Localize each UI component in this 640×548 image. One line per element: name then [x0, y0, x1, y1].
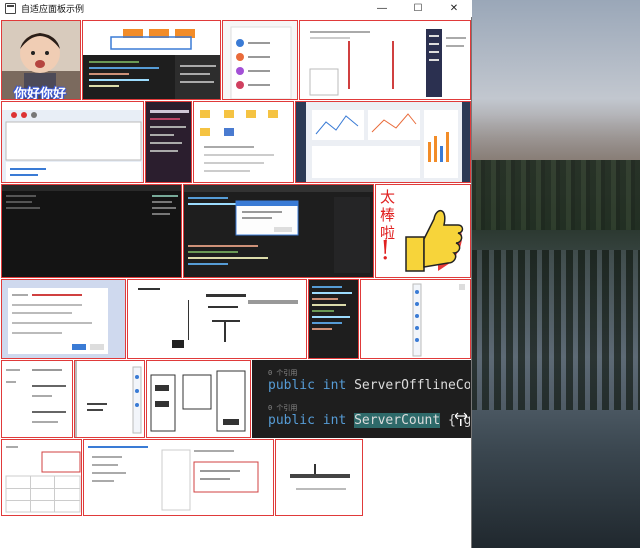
- image-tile-dark-ide[interactable]: [1, 184, 182, 278]
- image-tile-dashboard[interactable]: [295, 101, 471, 183]
- code-editor-thumbnail: [309, 280, 358, 358]
- minimize-button[interactable]: —: [364, 0, 400, 17]
- form-thumbnail: [2, 361, 72, 437]
- text-slide-thumbnail: [75, 361, 144, 437]
- window-title: 自适应面板示例: [21, 4, 85, 14]
- baby-caption: 你好你好: [14, 87, 67, 100]
- image-tile-form[interactable]: [1, 360, 73, 438]
- image-tile-property-grid[interactable]: [83, 439, 274, 516]
- dashboard-thumbnail: [296, 102, 470, 182]
- image-tile-flow-diagram[interactable]: [82, 20, 221, 100]
- code-reference-count-1: 0 个引用: [268, 369, 298, 377]
- image-tile-menu-panel[interactable]: [299, 20, 471, 100]
- code-reference-count-2: 0 个引用: [268, 404, 298, 412]
- slider-mockup-thumbnail: [276, 440, 362, 515]
- app-icon: [5, 3, 16, 14]
- image-tile-ide-dialog[interactable]: [183, 184, 374, 278]
- desktop-wallpaper: [470, 0, 640, 548]
- app-window-thumbnail: [2, 102, 143, 182]
- wireframe-thumbnail: [147, 361, 250, 437]
- app-window: 自适应面板示例 — ☐ ✕ 你好你好 太 棒 啦 ! 0 个引用 public …: [0, 0, 472, 548]
- settings-dialog-thumbnail: [2, 280, 125, 358]
- image-tile-phone[interactable]: [222, 20, 298, 100]
- resize-cursor-icon: [455, 412, 467, 426]
- image-tile-dark-slide[interactable]: [145, 101, 192, 183]
- thumbs-char-1: 太: [380, 188, 396, 206]
- image-tile-file-explorer[interactable]: [193, 101, 294, 183]
- image-tile-layout-sketch[interactable]: [127, 279, 307, 359]
- maximize-button[interactable]: ☐: [400, 0, 436, 17]
- image-tile-data-table[interactable]: [1, 439, 82, 516]
- image-tile-baby[interactable]: 你好你好: [1, 20, 81, 100]
- close-button[interactable]: ✕: [436, 0, 472, 17]
- image-tile-scroll-list[interactable]: [360, 279, 471, 359]
- property-grid-thumbnail: [84, 440, 273, 515]
- image-tile-app-window[interactable]: [1, 101, 144, 183]
- image-tile-slider-mockup[interactable]: [275, 439, 363, 516]
- image-tile-code-editor[interactable]: [308, 279, 359, 359]
- thumbs-up-icon: [405, 210, 464, 272]
- thumbs-char-4: !: [380, 236, 391, 266]
- scroll-list-thumbnail: [361, 280, 470, 358]
- data-table-thumbnail: [2, 440, 81, 515]
- code-line-server-count: public int ServerCount { get: [268, 413, 471, 428]
- image-tile-settings-dialog[interactable]: [1, 279, 126, 359]
- image-tile-text-slide[interactable]: [74, 360, 145, 438]
- image-tile-csharp-code[interactable]: 0 个引用 public int ServerOfflineCount { 0 …: [252, 360, 471, 438]
- code-line-offline-count: public int ServerOfflineCount {: [268, 378, 471, 393]
- layout-sketch-thumbnail: [128, 280, 306, 358]
- image-tile-wireframe[interactable]: [146, 360, 251, 438]
- menu-panel-thumbnail: [300, 21, 470, 99]
- file-explorer-thumbnail: [194, 102, 293, 182]
- flow-diagram-thumbnail: [83, 21, 220, 99]
- dark-ide-thumbnail: [2, 185, 181, 277]
- thumbs-char-2: 棒: [380, 206, 396, 224]
- ide-dialog-thumbnail: [184, 185, 373, 277]
- dark-slide-thumbnail: [146, 102, 191, 182]
- phone-app-thumbnail: [223, 21, 297, 99]
- image-tile-thumbs-up[interactable]: 太 棒 啦 !: [375, 184, 471, 278]
- title-bar[interactable]: 自适应面板示例 — ☐ ✕: [0, 0, 472, 17]
